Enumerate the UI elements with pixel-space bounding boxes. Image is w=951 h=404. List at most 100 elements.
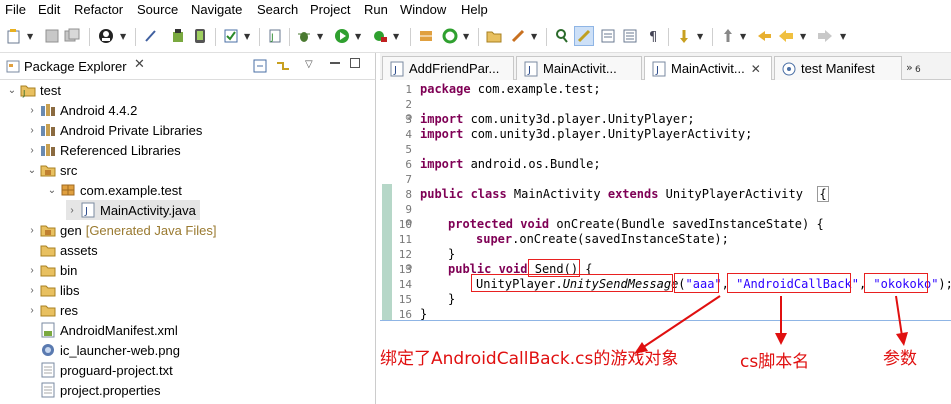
menu-navigate[interactable]: Navigate bbox=[191, 2, 242, 17]
tree-item-assets[interactable]: assets bbox=[26, 240, 98, 260]
debug-icon[interactable] bbox=[294, 26, 314, 46]
account-icon[interactable] bbox=[96, 26, 116, 46]
tree-item-res[interactable]: › res bbox=[26, 300, 78, 320]
tree-item-src[interactable]: ⌄ src bbox=[26, 160, 78, 180]
close-icon[interactable]: ✕ bbox=[751, 62, 761, 76]
collapse-all-icon[interactable] bbox=[253, 59, 267, 76]
package-explorer-title[interactable]: Package Explorer bbox=[24, 59, 127, 74]
menu-file[interactable]: File bbox=[5, 2, 26, 17]
refresh-icon[interactable] bbox=[440, 26, 460, 46]
tab-overflow-icon[interactable]: » bbox=[906, 61, 913, 74]
menu-search[interactable]: Search bbox=[257, 2, 298, 17]
forward-icon[interactable] bbox=[815, 26, 835, 46]
open-type-icon[interactable] bbox=[416, 26, 436, 46]
chevron-right-icon[interactable]: › bbox=[66, 205, 78, 216]
tree-item-android-sdk[interactable]: › Android 4.4.2 bbox=[26, 100, 137, 120]
save-icon[interactable] bbox=[42, 26, 62, 46]
menu-window[interactable]: Window bbox=[400, 2, 446, 17]
block-selection-icon[interactable] bbox=[598, 26, 618, 46]
chevron-right-icon[interactable]: › bbox=[26, 125, 38, 136]
chevron-down-icon[interactable]: ▼ bbox=[740, 32, 746, 41]
tree-item-package[interactable]: ⌄ com.example.test bbox=[46, 180, 182, 200]
tree-item-private-libs[interactable]: › Android Private Libraries bbox=[26, 120, 202, 140]
run-icon[interactable] bbox=[332, 26, 352, 46]
tree-item-project[interactable]: ⌄ J test bbox=[6, 80, 61, 100]
menu-help[interactable]: Help bbox=[461, 2, 488, 17]
tab-label: AddFriendPar... bbox=[409, 61, 500, 76]
tree-item-referenced-libs[interactable]: › Referenced Libraries bbox=[26, 140, 180, 160]
chevron-down-icon[interactable]: ▼ bbox=[697, 32, 703, 41]
tree-item-gen[interactable]: › gen [Generated Java Files] bbox=[26, 220, 216, 240]
tree-item-mainactivity[interactable]: › J MainActivity.java bbox=[66, 200, 200, 220]
chevron-down-icon[interactable]: ⌄ bbox=[46, 185, 58, 196]
package-explorer-icon bbox=[6, 59, 20, 76]
chevron-down-icon[interactable]: ⌄ bbox=[26, 165, 38, 176]
chevron-right-icon[interactable]: › bbox=[26, 285, 38, 296]
tree-item-launcher-png[interactable]: ic_launcher-web.png bbox=[26, 340, 180, 360]
chevron-down-icon[interactable]: ▼ bbox=[27, 32, 33, 41]
tree-item-libs[interactable]: › libs bbox=[26, 280, 79, 300]
show-whitespace-icon[interactable] bbox=[620, 26, 640, 46]
tab-addfriend[interactable]: J AddFriendPar... bbox=[382, 56, 514, 80]
android-sdk-icon[interactable] bbox=[168, 26, 188, 46]
prev-annotation-icon[interactable] bbox=[718, 26, 738, 46]
manifest-icon bbox=[781, 61, 797, 77]
external-tools-icon[interactable] bbox=[370, 26, 390, 46]
tree-item-bin[interactable]: › bin bbox=[26, 260, 77, 280]
chevron-right-icon[interactable]: › bbox=[26, 265, 38, 276]
chevron-right-icon[interactable]: › bbox=[26, 105, 38, 116]
menu-source[interactable]: Source bbox=[137, 2, 178, 17]
pilcrow-icon[interactable]: ¶ bbox=[644, 26, 664, 46]
svg-text:J: J bbox=[393, 65, 397, 76]
next-annotation-icon[interactable] bbox=[674, 26, 694, 46]
source-folder-icon bbox=[40, 162, 56, 178]
chevron-down-icon[interactable]: ▼ bbox=[317, 32, 323, 41]
chevron-down-icon[interactable]: ▼ bbox=[355, 32, 361, 41]
link-editor-icon[interactable] bbox=[276, 59, 290, 76]
chevron-down-icon[interactable]: ▼ bbox=[840, 32, 846, 41]
menu-refactor[interactable]: Refactor bbox=[74, 2, 123, 17]
view-menu-icon[interactable]: ▽ bbox=[305, 59, 313, 70]
menu-run[interactable]: Run bbox=[364, 2, 388, 17]
new-android-icon[interactable]: J bbox=[265, 26, 285, 46]
chevron-right-icon[interactable]: › bbox=[26, 225, 38, 236]
chevron-right-icon[interactable]: › bbox=[26, 145, 38, 156]
new-icon[interactable] bbox=[4, 26, 24, 46]
menu-edit[interactable]: Edit bbox=[38, 2, 60, 17]
tree-item-manifest[interactable]: AndroidManifest.xml bbox=[26, 320, 178, 340]
maximize-icon[interactable] bbox=[350, 58, 360, 68]
chevron-down-icon[interactable]: ▼ bbox=[463, 32, 469, 41]
checklist-icon[interactable] bbox=[221, 26, 241, 46]
open-folder-icon[interactable] bbox=[484, 26, 504, 46]
chevron-down-icon[interactable]: ▼ bbox=[800, 32, 806, 41]
tree-item-label: Android 4.4.2 bbox=[60, 102, 138, 118]
mark-occurrences-icon[interactable] bbox=[574, 26, 594, 46]
pen-icon[interactable] bbox=[508, 26, 528, 46]
tab-mainactivity-1[interactable]: J MainActivit... bbox=[516, 56, 642, 80]
tree-item-proguard[interactable]: proguard-project.txt bbox=[26, 360, 173, 380]
menu-project[interactable]: Project bbox=[310, 2, 350, 17]
chevron-down-icon[interactable]: ▼ bbox=[531, 32, 537, 41]
pin-icon[interactable] bbox=[141, 26, 161, 46]
tree-item-label: res bbox=[60, 302, 79, 318]
search-icon[interactable] bbox=[552, 26, 572, 46]
chevron-down-icon[interactable]: ⌄ bbox=[6, 85, 18, 96]
text-file-icon bbox=[40, 382, 56, 398]
tab-overflow-count[interactable]: 6 bbox=[915, 65, 921, 75]
minimize-icon[interactable] bbox=[330, 62, 340, 64]
back-icon[interactable] bbox=[776, 26, 796, 46]
close-icon[interactable]: ✕ bbox=[134, 57, 145, 72]
android-avd-icon[interactable] bbox=[190, 26, 210, 46]
chevron-right-icon[interactable]: › bbox=[26, 305, 38, 316]
save-all-icon[interactable] bbox=[62, 26, 82, 46]
chevron-down-icon[interactable]: ▼ bbox=[244, 32, 250, 41]
tree-item-properties[interactable]: project.properties bbox=[26, 380, 160, 400]
code-editor[interactable]: ⊖ ⊖ ⊖ 1 2 3 4 5 6 7 8 9 10 11 12 13 14 1… bbox=[380, 80, 951, 404]
tree-item-label: test bbox=[40, 82, 61, 98]
tab-mainactivity-active[interactable]: J MainActivit... ✕ bbox=[644, 56, 772, 80]
tab-test-manifest[interactable]: test Manifest bbox=[774, 56, 902, 80]
chevron-down-icon[interactable]: ▼ bbox=[393, 32, 399, 41]
tab-label: MainActivit... bbox=[543, 61, 617, 76]
chevron-down-icon[interactable]: ▼ bbox=[120, 32, 126, 41]
last-edit-icon[interactable] bbox=[754, 26, 774, 46]
